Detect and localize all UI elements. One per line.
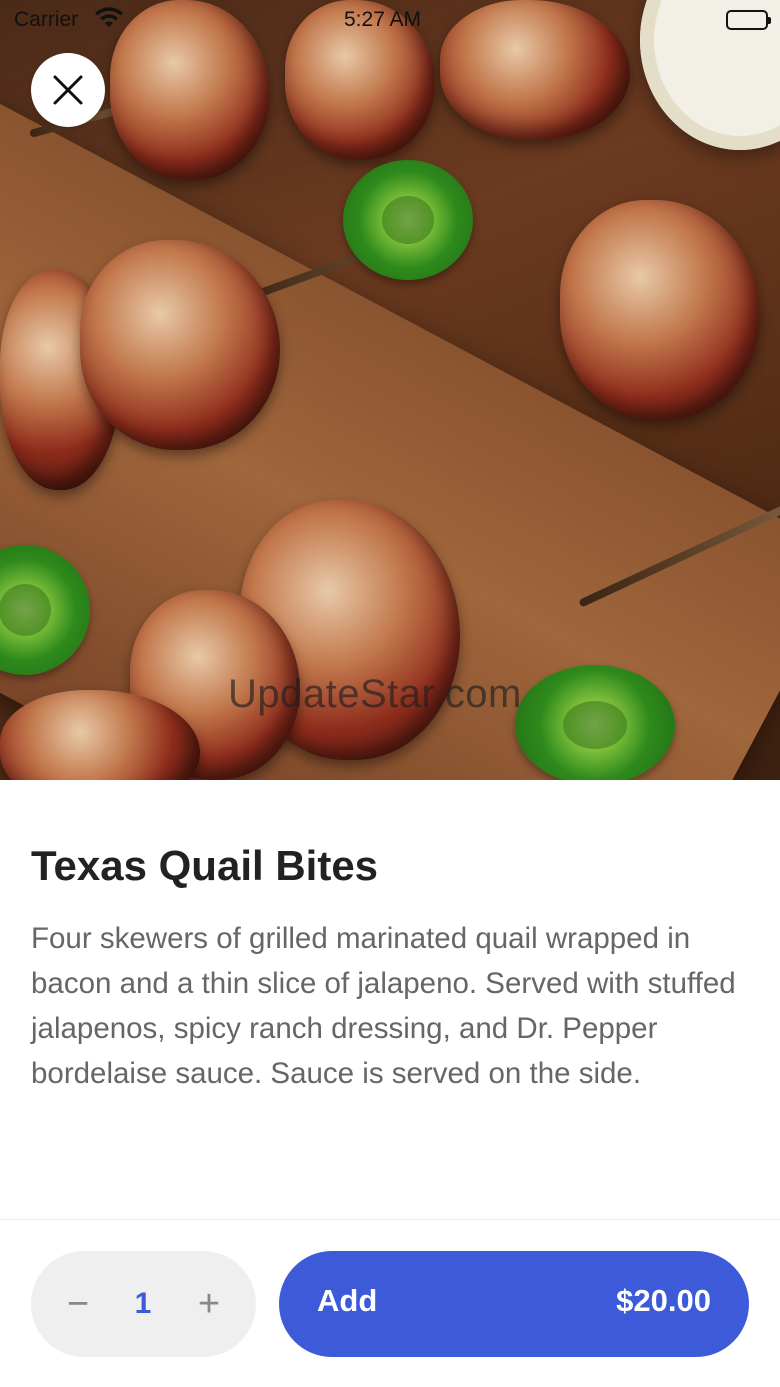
close-button[interactable] [31, 53, 105, 127]
watermark: UpdateStar.com [228, 672, 522, 716]
hero-image: UpdateStar.com [0, 0, 780, 780]
quantity-stepper: − 1 + [31, 1251, 256, 1357]
carrier-label: Carrier [14, 8, 79, 31]
add-button-price: $20.00 [616, 1283, 711, 1318]
decrement-button[interactable]: − [43, 1251, 113, 1357]
item-title: Texas Quail Bites [31, 842, 379, 889]
jalapeno-slice [343, 160, 473, 280]
increment-button[interactable]: + [174, 1251, 244, 1357]
jalapeno-slice [515, 665, 675, 780]
add-button-label: Add [317, 1283, 378, 1318]
divider [0, 1219, 780, 1220]
add-to-cart-button[interactable]: Add $20.00 [279, 1251, 749, 1357]
close-icon [53, 75, 83, 105]
item-description: Four skewers of grilled marinated quail … [31, 922, 736, 1090]
battery-icon [726, 10, 771, 30]
quail-bite [560, 200, 760, 420]
status-time: 5:27 AM [344, 8, 422, 31]
quantity-value: 1 [134, 1287, 152, 1320]
wifi-icon [94, 6, 124, 36]
status-bar: Carrier 5:27 AM [0, 0, 780, 40]
